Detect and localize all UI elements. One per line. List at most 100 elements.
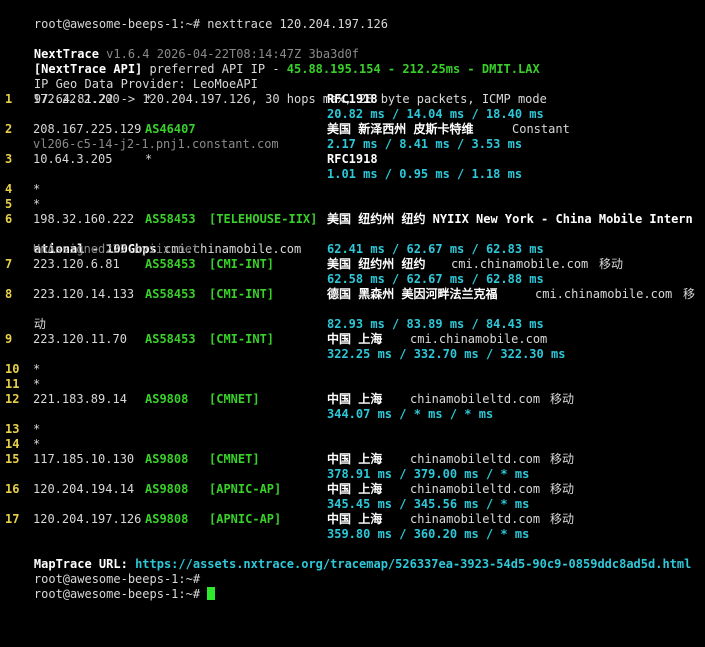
hop-domain: Constant: [512, 122, 570, 136]
hop-row: 17 120.204.197.126 AS9808 [APNIC-AP] 中国 …: [5, 512, 705, 527]
shell-prompt: root@awesome-beeps-1:~#: [33, 17, 201, 31]
hop-geo: 中国 上海: [327, 512, 383, 526]
hop-row: 15 117.185.10.130 AS9808 [CMNET] 中国 上海 c…: [5, 452, 705, 467]
hop-note: 移动: [550, 482, 575, 496]
hop-hostname-row: vl206-c5-14-j2-1.pnj1.constant.com 2.17 …: [5, 137, 705, 152]
hop-ip: 120.204.197.126: [33, 512, 142, 526]
hop-tag: [TELEHOUSE-IIX]: [209, 212, 318, 226]
geo-provider-line: IP Geo Data Provider: LeoMoeAPI: [33, 77, 258, 91]
hop-row: 9 223.120.11.70 AS58453 [CMI-INT] 中国 上海 …: [5, 332, 705, 347]
route-summary-line: 97.64.81.22 -> 120.204.197.126, 30 hops …: [33, 92, 547, 106]
hop-timeout: *: [33, 437, 41, 451]
hop-row: 3 10.64.3.205 * RFC1918: [5, 152, 705, 167]
active-prompt-line[interactable]: root@awesome-beeps-1:~#: [5, 572, 705, 601]
hop-geo: 美国 新泽西州 皮斯卡特维: [327, 122, 474, 136]
maptrace-line: MapTrace URL: https://assets.nxtrace.org…: [5, 542, 705, 571]
hop-rtt: 62.41 ms / 62.67 ms / 62.83 ms: [327, 242, 544, 256]
hop-number: 16: [5, 482, 20, 496]
hop-number: 15: [5, 452, 20, 466]
hop-rtt: 344.07 ms / * ms / * ms: [327, 407, 494, 421]
hop-ip: 208.167.225.129: [33, 122, 142, 136]
hop-ip: 223.120.6.81: [33, 257, 120, 271]
hop-rtt-row: 359.80 ms / 360.20 ms / * ms: [5, 527, 705, 542]
terminal-cursor: [207, 587, 216, 600]
hop-asn: AS9808: [145, 512, 189, 526]
hop-asn: *: [145, 92, 153, 106]
prompt-line: root@awesome-beeps-1:~#: [5, 557, 705, 586]
hop-row: 2 208.167.225.129 AS46407 美国 新泽西州 皮斯卡特维 …: [5, 122, 705, 137]
hop-asn: AS58453: [145, 332, 196, 346]
hop-geo: 美国 纽约州 纽约 NYIIX New York - China Mobile …: [327, 212, 693, 226]
hop-note: 移动: [550, 452, 575, 466]
hop-geo: 中国 上海: [327, 392, 383, 406]
hop-number: 4: [5, 182, 13, 196]
hop-row: 8 223.120.14.133 AS58453 [CMI-INT] 德国 黑森…: [5, 287, 705, 302]
hop-row: 6 198.32.160.222 AS58453 [TELEHOUSE-IIX]…: [5, 212, 705, 227]
hop-number: 10: [5, 362, 20, 376]
hop-row: 13 *: [5, 422, 705, 437]
hop-domain: cmi.chinamobile.com: [535, 287, 673, 301]
hop-rtt: 82.93 ms / 83.89 ms / 84.43 ms: [327, 317, 544, 331]
hop-row: 7 223.120.6.81 AS58453 [CMI-INT] 美国 纽约州 …: [5, 257, 705, 272]
hop-tag: [CMI-INT]: [209, 257, 275, 271]
hop-note: 移: [683, 287, 696, 301]
hop-rtt-row: 62.58 ms / 62.67 ms / 62.88 ms: [5, 272, 705, 287]
hop-rtt: 20.82 ms / 14.04 ms / 18.40 ms: [327, 107, 544, 121]
hop-number: 14: [5, 437, 20, 451]
hop-ip: 221.183.89.14: [33, 392, 127, 406]
hop-hostname-row: UnAssigned222.nyiix.net 62.41 ms / 62.67…: [5, 242, 705, 257]
hop-asn: AS58453: [145, 257, 196, 271]
hop-timeout: *: [33, 362, 41, 376]
hop-ip: 198.32.160.222: [33, 212, 135, 226]
hop-tag: [APNIC-AP]: [209, 512, 282, 526]
hop-ip: 117.185.10.130: [33, 452, 135, 466]
hop-row: 11 *: [5, 377, 705, 392]
hop-rtt-row: 1.01 ms / 0.95 ms / 1.18 ms: [5, 167, 705, 182]
hop-geo: 美国 纽约州 纽约: [327, 257, 426, 271]
hop-domain: chinamobileltd.com: [410, 482, 541, 496]
hop-timeout: *: [33, 377, 41, 391]
hop-asn: AS58453: [145, 287, 196, 301]
hop-wrap-row: ational - 100Gbps cmi.chinamobile.com: [5, 227, 705, 256]
hop-ip: 223.120.11.70: [33, 332, 127, 346]
hop-wrap-row: 动: [5, 302, 705, 331]
hop-rtt: 345.45 ms / 345.56 ms / * ms: [327, 497, 530, 511]
hop-domain: cmi.chinamobile.com: [410, 332, 548, 346]
hop-ip: 172.22.2.200: [33, 92, 120, 106]
terminal-window[interactable]: root@awesome-beeps-1:~# nexttrace 120.20…: [0, 0, 705, 601]
hop-number: 3: [5, 152, 13, 166]
hop-tag: [CMI-INT]: [209, 287, 275, 301]
hop-row: 16 120.204.194.14 AS9808 [APNIC-AP] 中国 上…: [5, 482, 705, 497]
hop-tag: [CMNET]: [209, 452, 260, 466]
hop-geo: 德国 黑森州 美因河畔法兰克福: [327, 287, 498, 301]
hop-ip: 223.120.14.133: [33, 287, 135, 301]
hop-geo: 中国 上海: [327, 482, 383, 496]
hop-geo: 中国 上海: [327, 452, 383, 466]
hop-row: 14 *: [5, 437, 705, 452]
hop-rtt: 359.80 ms / 360.20 ms / * ms: [327, 527, 530, 541]
version-line: NextTrace v1.6.4 2026-04-22T08:14:47Z 3b…: [5, 32, 705, 61]
hop-number: 1: [5, 92, 13, 106]
hop-row: 12 221.183.89.14 AS9808 [CMNET] 中国 上海 ch…: [5, 392, 705, 407]
hop-rtt: 1.01 ms / 0.95 ms / 1.18 ms: [327, 167, 523, 181]
hop-note: 移动: [550, 392, 575, 406]
hop-tag: [APNIC-AP]: [209, 482, 282, 496]
hop-number: 9: [5, 332, 13, 346]
hop-rtt-row: 345.45 ms / 345.56 ms / * ms: [5, 497, 705, 512]
hop-number: 6: [5, 212, 13, 226]
hop-hostname: vl206-c5-14-j2-1.pnj1.constant.com: [33, 137, 279, 151]
hop-number: 5: [5, 197, 13, 211]
hop-hostname: UnAssigned222.nyiix.net: [33, 242, 200, 256]
hop-row: 1 172.22.2.200 * RFC1918: [5, 92, 705, 107]
command-text: nexttrace 120.204.197.126: [200, 17, 388, 31]
hop-rtt: 62.58 ms / 62.67 ms / 62.88 ms: [327, 272, 544, 286]
hop-asn: AS9808: [145, 452, 189, 466]
hop-note: 移动: [599, 257, 624, 271]
hop-number: 12: [5, 392, 20, 406]
hop-domain: chinamobileltd.com: [410, 392, 541, 406]
hop-domain: cmi.chinamobile.com: [451, 257, 589, 271]
hop-note: 移动: [550, 512, 575, 526]
hop-timeout: *: [33, 197, 41, 211]
hop-row: 5 *: [5, 197, 705, 212]
hop-asn: *: [145, 152, 153, 166]
